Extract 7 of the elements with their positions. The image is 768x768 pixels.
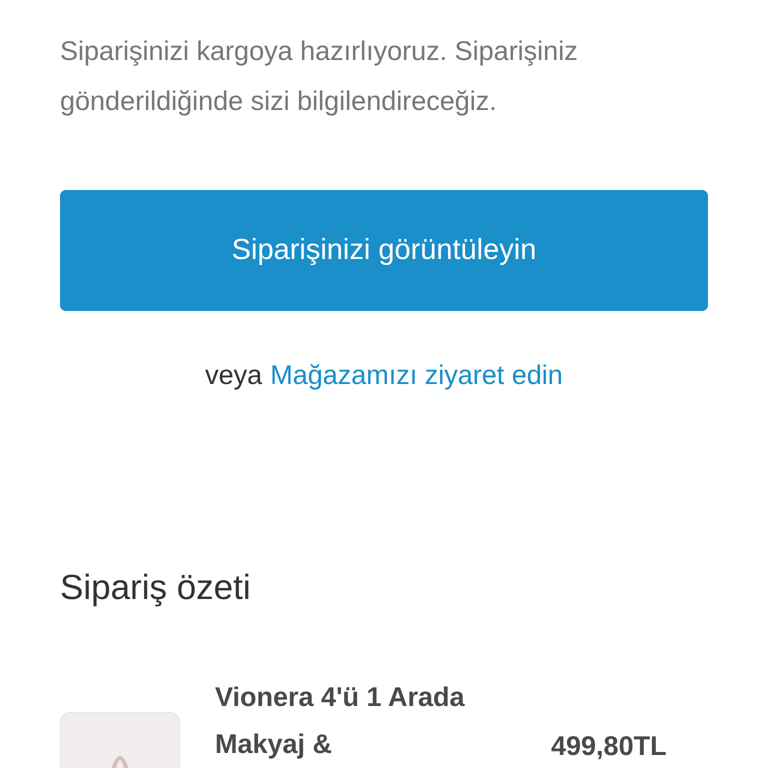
summary-heading: Sipariş özeti: [60, 566, 252, 608]
status-message: Siparişinizi kargoya hazırlıyoruz. Siparişiniz gönderildiğinde sizi bilgilendireceğiz.: [60, 35, 579, 118]
product-price: 499,80TL: [551, 730, 667, 763]
or-text: veya: [205, 359, 262, 392]
visit-store-link[interactable]: Mağazamızı ziyaret edin: [270, 355, 563, 396]
view-order-button[interactable]: Siparişinizi görüntüleyin: [60, 190, 708, 311]
product-name: Vionera 4'ü 1 Arada Makyaj &: [215, 681, 466, 761]
